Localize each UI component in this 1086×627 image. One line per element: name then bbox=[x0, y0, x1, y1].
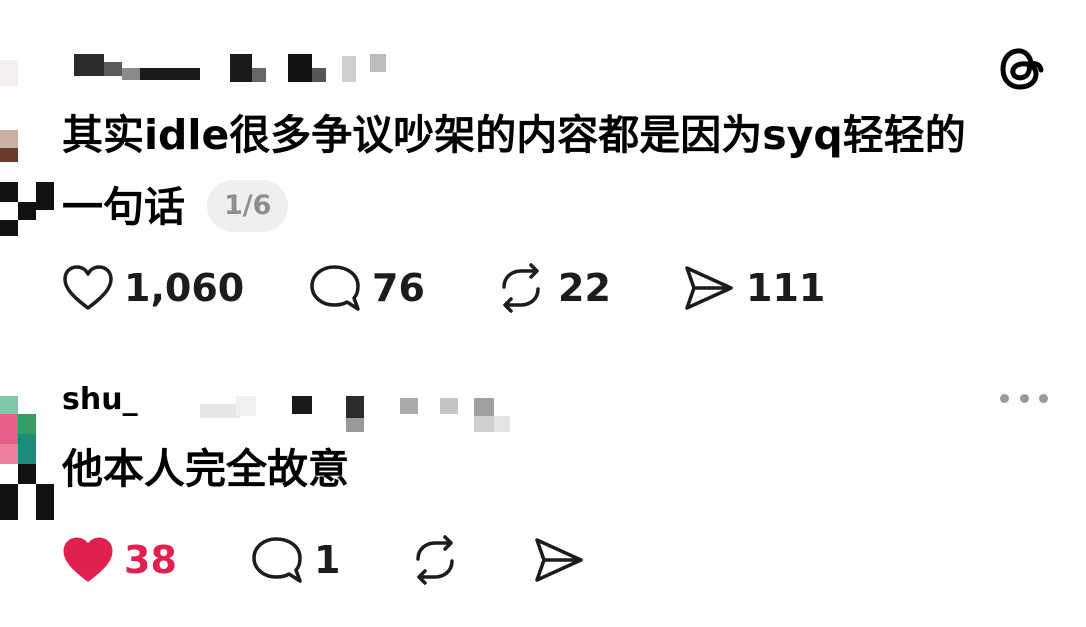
like-button[interactable]: 1,060 bbox=[62, 263, 244, 313]
post-avatar[interactable] bbox=[0, 40, 56, 236]
reply-reply-button[interactable]: 1 bbox=[250, 535, 340, 585]
reply-like-button[interactable]: 38 bbox=[62, 535, 177, 585]
reply-avatar[interactable] bbox=[0, 396, 56, 526]
repost-button[interactable]: 22 bbox=[494, 263, 611, 313]
reply-button[interactable]: 76 bbox=[308, 263, 425, 313]
threads-logo-icon[interactable] bbox=[996, 42, 1048, 94]
heart-filled-icon bbox=[62, 536, 114, 584]
repost-icon bbox=[494, 263, 548, 313]
repost-icon bbox=[408, 535, 462, 585]
comment-bubble-icon bbox=[308, 263, 362, 313]
reply-count: 76 bbox=[372, 266, 425, 310]
reply-like-count: 38 bbox=[124, 538, 177, 582]
like-count: 1,060 bbox=[124, 266, 245, 310]
reply-text-content: 他本人完全故意 bbox=[62, 445, 349, 493]
post-text-second-line: 一句话 1/6 bbox=[62, 176, 289, 238]
more-dots-icon[interactable] bbox=[1000, 390, 1048, 406]
reply-username-text: shu_ bbox=[62, 382, 138, 417]
post-text-line1: 其实idle很多争议吵架的内容都是因为syq轻轻的 bbox=[62, 111, 966, 159]
share-count: 111 bbox=[746, 266, 826, 310]
reply-repost-button[interactable] bbox=[408, 535, 462, 585]
page-indicator-badge[interactable]: 1/6 bbox=[207, 180, 289, 232]
heart-icon bbox=[62, 264, 114, 312]
send-icon bbox=[532, 535, 586, 585]
reply-text: 他本人完全故意 bbox=[62, 438, 349, 500]
share-button[interactable]: 111 bbox=[682, 263, 825, 313]
comment-bubble-icon bbox=[250, 535, 304, 585]
post-username[interactable] bbox=[70, 50, 410, 90]
repost-count: 22 bbox=[558, 266, 611, 310]
reply-share-button[interactable] bbox=[532, 535, 586, 585]
post-text: 其实idle很多争议吵架的内容都是因为syq轻轻的 bbox=[62, 104, 966, 166]
post-text-line2: 一句话 bbox=[62, 183, 185, 231]
send-icon bbox=[682, 263, 736, 313]
reply-reply-count: 1 bbox=[314, 538, 341, 582]
reply-username[interactable]: shu_ bbox=[60, 382, 510, 434]
